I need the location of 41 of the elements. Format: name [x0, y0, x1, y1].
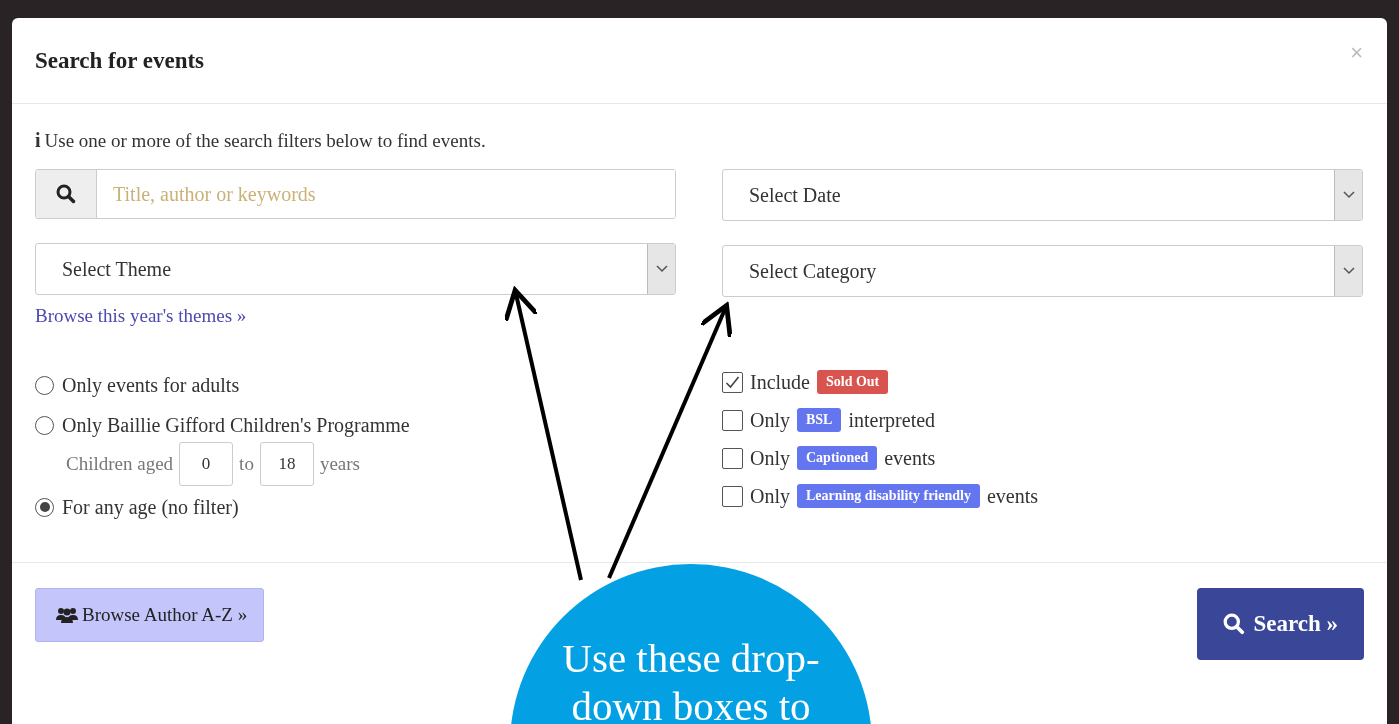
radio-label: Only events for adults — [62, 373, 240, 397]
range-label: to — [239, 453, 254, 475]
callout-text: down boxes to — [571, 682, 811, 724]
info-icon: i — [35, 129, 41, 152]
chevron-down-icon — [1342, 267, 1355, 275]
dialog-title: Search for events — [35, 47, 205, 74]
filter-label: Only — [750, 484, 790, 508]
radio-label: For any age (no filter) — [62, 495, 239, 519]
radio-label: Only Baillie Gifford Children's Programme — [62, 413, 410, 437]
chevron-down-icon — [1342, 191, 1355, 199]
people-icon — [56, 607, 78, 623]
filter-tag: BSL — [797, 408, 842, 432]
filter-label: interpreted — [848, 408, 936, 432]
date-select[interactable]: Select Date — [722, 169, 1363, 221]
theme-select[interactable]: Select Theme — [35, 243, 676, 295]
filter-label: events — [884, 446, 936, 470]
filter-tag: Captioned — [797, 446, 878, 470]
search-icon — [1223, 613, 1246, 635]
checkbox[interactable] — [722, 485, 743, 507]
checkbox[interactable] — [722, 371, 743, 393]
search-icon — [56, 184, 76, 204]
search-field[interactable]: Title, author or keywords — [35, 169, 676, 219]
chevron-down-icon — [655, 265, 668, 273]
range-label: Children aged — [66, 453, 174, 475]
checkbox[interactable] — [722, 409, 743, 431]
age-from-field[interactable]: 0 — [179, 442, 234, 486]
callout-text: Use these drop- — [562, 634, 820, 682]
checkbox[interactable] — [722, 447, 743, 469]
filter-label: Include — [750, 370, 810, 394]
age-to-field[interactable]: 18 — [259, 442, 314, 486]
filter-tag: Sold Out — [817, 370, 889, 394]
browse-authors-button[interactable]: Browse Author A-Z » — [35, 588, 265, 642]
search-button[interactable]: Search » — [1197, 588, 1364, 660]
filter-tag: Learning disability friendly — [797, 484, 980, 508]
filter-label: Only — [750, 408, 790, 432]
filter-label: events — [986, 484, 1038, 508]
category-select[interactable]: Select Category — [722, 245, 1363, 297]
range-label: years — [319, 453, 360, 475]
filter-label: Only — [750, 446, 790, 470]
intro-text: Use one or more of the search filters below to find events. — [44, 129, 486, 152]
themes-link[interactable]: Browse this year's themes » — [35, 305, 247, 327]
